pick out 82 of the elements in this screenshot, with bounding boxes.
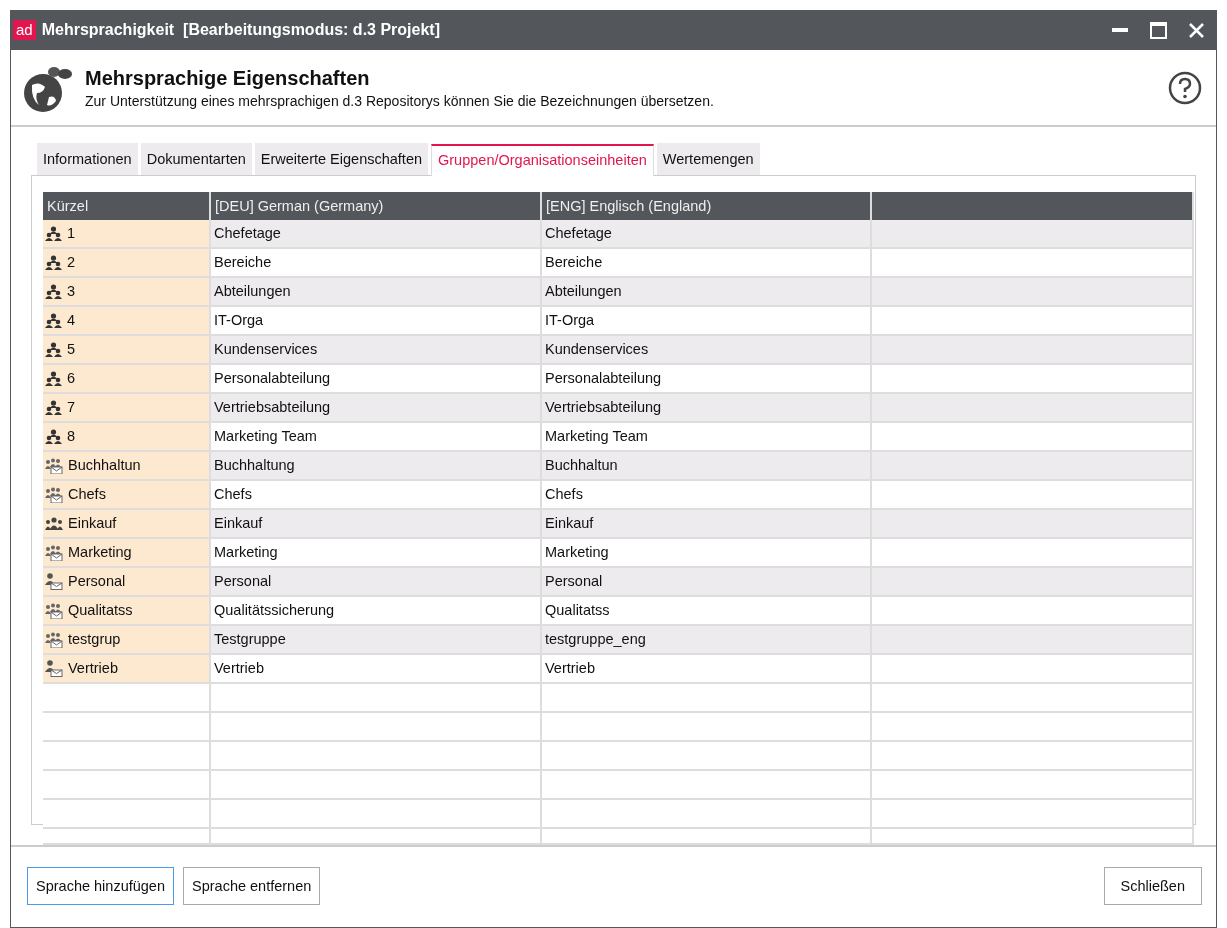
column-header[interactable]: Kürzel — [43, 192, 211, 220]
tab[interactable]: Erweiterte Eigenschaften — [254, 143, 428, 175]
table-cell: Buchhaltun — [542, 452, 872, 481]
tab[interactable]: Gruppen/Organisationseinheiten — [431, 144, 654, 176]
table-cell: Chefetage — [542, 220, 872, 249]
table-cell: Marketing Team — [542, 423, 872, 452]
group-mail-icon — [45, 486, 63, 503]
org-chart-icon — [45, 428, 62, 445]
group-mail-icon — [45, 457, 63, 474]
table-cell: Buchhaltung — [211, 452, 542, 481]
table-cell: testgrup — [43, 626, 211, 655]
group-mail-icon — [45, 631, 63, 648]
table-cell: Chefs — [43, 481, 211, 510]
close-button[interactable]: Schließen — [1103, 867, 1202, 905]
table-cell: Bereiche — [211, 249, 542, 278]
table-cell: Buchhaltun — [43, 452, 211, 481]
table-cell: Einkauf — [542, 510, 872, 539]
person-mail-icon — [45, 660, 63, 677]
org-chart-icon — [45, 341, 62, 358]
table-cell: Vertriebsabteilung — [542, 394, 872, 423]
table-cell: Testgruppe — [211, 626, 542, 655]
table-cell: 2 — [43, 249, 211, 278]
table-cell: 8 — [43, 423, 211, 452]
table-cell: Personalabteilung — [211, 365, 542, 394]
table-cell: Abteilungen — [211, 278, 542, 307]
dialog-heading: Mehrsprachige Eigenschaften — [85, 66, 371, 90]
table-cell: Einkauf — [211, 510, 542, 539]
table-cell: Abteilungen — [542, 278, 872, 307]
tab[interactable]: Informationen — [37, 143, 138, 175]
window-title: Mehrsprachigkeit [Bearbeitungsmodus: d.3 Projekt] — [41, 21, 441, 39]
maximize-icon[interactable] — [1150, 21, 1167, 39]
tab[interactable]: Dokumentarten — [140, 143, 252, 175]
org-chart-icon — [45, 370, 62, 387]
org-chart-icon — [45, 254, 62, 271]
footer-button[interactable]: Sprache hinzufügen — [27, 867, 174, 905]
org-chart-icon — [45, 399, 62, 416]
person-mail-icon — [45, 573, 63, 590]
group-mail-icon — [45, 544, 63, 561]
tab[interactable]: Wertemengen — [656, 143, 760, 175]
table-cell: 4 — [43, 307, 211, 336]
table-cell: Chefs — [542, 481, 872, 510]
column-header[interactable]: [DEU] German (Germany) — [211, 192, 542, 220]
table-cell: 5 — [43, 336, 211, 365]
table-cell: Einkauf — [43, 510, 211, 539]
group-icon — [45, 515, 63, 532]
org-chart-icon — [45, 225, 62, 242]
close-icon[interactable] — [1189, 22, 1204, 38]
app-logo: ad — [13, 20, 36, 40]
table-cell: Marketing Team — [211, 423, 542, 452]
table-cell: Marketing — [542, 539, 872, 568]
table-cell: 7 — [43, 394, 211, 423]
table-cell: Qualitatss — [542, 597, 872, 626]
table-cell: Personal — [542, 568, 872, 597]
org-chart-icon — [45, 283, 62, 300]
table-cell: Vertrieb — [542, 655, 872, 684]
table-cell: Personal — [43, 568, 211, 597]
table-cell: Personal — [211, 568, 542, 597]
table-cell: 6 — [43, 365, 211, 394]
table-cell: Bereiche — [542, 249, 872, 278]
group-mail-icon — [45, 602, 63, 619]
table-cell: 1 — [43, 220, 211, 249]
table-cell: Chefetage — [211, 220, 542, 249]
table-cell: Vertriebsabteilung — [211, 394, 542, 423]
dialog-description: Zur Unterstützung eines mehrsprachigen d.3 Repositorys können Sie die Bezeichnungen übersetzen. — [85, 92, 715, 109]
table-cell: Qualitatss — [43, 597, 211, 626]
table-cell: testgruppe_eng — [542, 626, 872, 655]
table-cell: Chefs — [211, 481, 542, 510]
table-cell: IT-Orga — [211, 307, 542, 336]
table-cell: Vertrieb — [211, 655, 542, 684]
help-icon[interactable] — [1168, 70, 1202, 105]
table-cell: IT-Orga — [542, 307, 872, 336]
footer-button[interactable]: Sprache entfernen — [183, 867, 321, 905]
table-cell: Marketing — [43, 539, 211, 568]
table-cell: Marketing — [211, 539, 542, 568]
table-cell: Qualitätssicherung — [211, 597, 542, 626]
table-cell: Kundenservices — [211, 336, 542, 365]
org-chart-icon — [45, 312, 62, 329]
table-cell: Vertrieb — [43, 655, 211, 684]
table-cell: 3 — [43, 278, 211, 307]
table-cell: Kundenservices — [542, 336, 872, 365]
column-header[interactable]: [ENG] Englisch (England) — [542, 192, 872, 220]
table-cell: Personalabteilung — [542, 365, 872, 394]
